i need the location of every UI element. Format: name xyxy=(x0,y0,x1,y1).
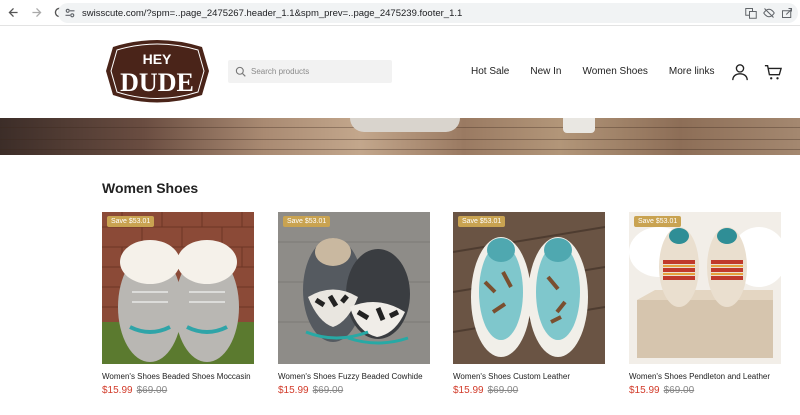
product-prices: $15.99 $69.00 xyxy=(102,385,254,396)
site-header: HEY DUDE Hot Sale New In Women Shoes Mor… xyxy=(0,26,800,118)
save-badge: Save $53.01 xyxy=(458,216,506,227)
sale-price: $15.99 xyxy=(453,385,484,396)
product-card[interactable]: Save $53.01 Women's Shoes Custom Leather… xyxy=(453,212,605,396)
nav-hot-sale[interactable]: Hot Sale xyxy=(471,66,509,77)
nav-new-in[interactable]: New In xyxy=(530,66,561,77)
eye-off-icon[interactable] xyxy=(762,6,776,20)
original-price: $69.00 xyxy=(487,385,519,396)
product-name[interactable]: Women's Shoes Fuzzy Beaded Cowhide xyxy=(278,372,430,381)
product-name[interactable]: Women's Shoes Custom Leather xyxy=(453,372,605,381)
main-nav: Hot Sale New In Women Shoes More links xyxy=(471,66,735,77)
product-image[interactable]: Save $53.01 xyxy=(102,212,254,364)
original-price: $69.00 xyxy=(663,385,695,396)
hero-banner-image xyxy=(0,118,800,155)
browser-toolbar: swisscute.com/?spm=..page_2475267.header… xyxy=(0,0,800,26)
product-card[interactable]: Save $53.01 Women's Shoes Beaded Shoes M… xyxy=(102,212,254,396)
site-info-icon[interactable] xyxy=(64,7,76,19)
product-image[interactable]: Save $53.01 xyxy=(629,212,781,364)
section-title: Women Shoes xyxy=(102,180,199,196)
product-card[interactable]: Save $53.01 Women's Shoes Pendleton and … xyxy=(629,212,781,396)
url-text: swisscute.com/?spm=..page_2475267.header… xyxy=(82,7,463,19)
product-prices: $15.99 $69.00 xyxy=(629,385,781,396)
account-icon[interactable] xyxy=(731,63,749,81)
product-name[interactable]: Women's Shoes Pendleton and Leather xyxy=(629,372,781,381)
hey-dude-logo[interactable]: HEY DUDE xyxy=(101,37,214,106)
original-price: $69.00 xyxy=(312,385,344,396)
search-bar[interactable] xyxy=(228,60,392,83)
translate-icon[interactable] xyxy=(744,6,758,20)
svg-text:HEY: HEY xyxy=(143,51,172,67)
nav-women-shoes[interactable]: Women Shoes xyxy=(582,66,647,77)
sale-price: $15.99 xyxy=(102,385,133,396)
cart-icon[interactable] xyxy=(764,63,782,81)
search-input[interactable] xyxy=(251,67,391,76)
search-icon xyxy=(235,66,246,77)
share-icon[interactable] xyxy=(780,6,794,20)
back-icon[interactable] xyxy=(3,3,23,23)
sale-price: $15.99 xyxy=(629,385,660,396)
save-badge: Save $53.01 xyxy=(283,216,331,227)
save-badge: Save $53.01 xyxy=(634,216,682,227)
product-prices: $15.99 $69.00 xyxy=(278,385,430,396)
svg-text:DUDE: DUDE xyxy=(120,68,194,97)
product-card[interactable]: Save $53.01 Women's Shoes Fuzzy Beaded C… xyxy=(278,212,430,396)
address-bar[interactable]: swisscute.com/?spm=..page_2475267.header… xyxy=(58,3,798,23)
product-image[interactable]: Save $53.01 xyxy=(453,212,605,364)
save-badge: Save $53.01 xyxy=(107,216,155,227)
forward-icon[interactable] xyxy=(26,3,46,23)
product-image[interactable]: Save $53.01 xyxy=(278,212,430,364)
sale-price: $15.99 xyxy=(278,385,309,396)
product-prices: $15.99 $69.00 xyxy=(453,385,605,396)
nav-more-links[interactable]: More links xyxy=(669,66,715,77)
original-price: $69.00 xyxy=(136,385,168,396)
product-name[interactable]: Women's Shoes Beaded Shoes Moccasin xyxy=(102,372,254,381)
